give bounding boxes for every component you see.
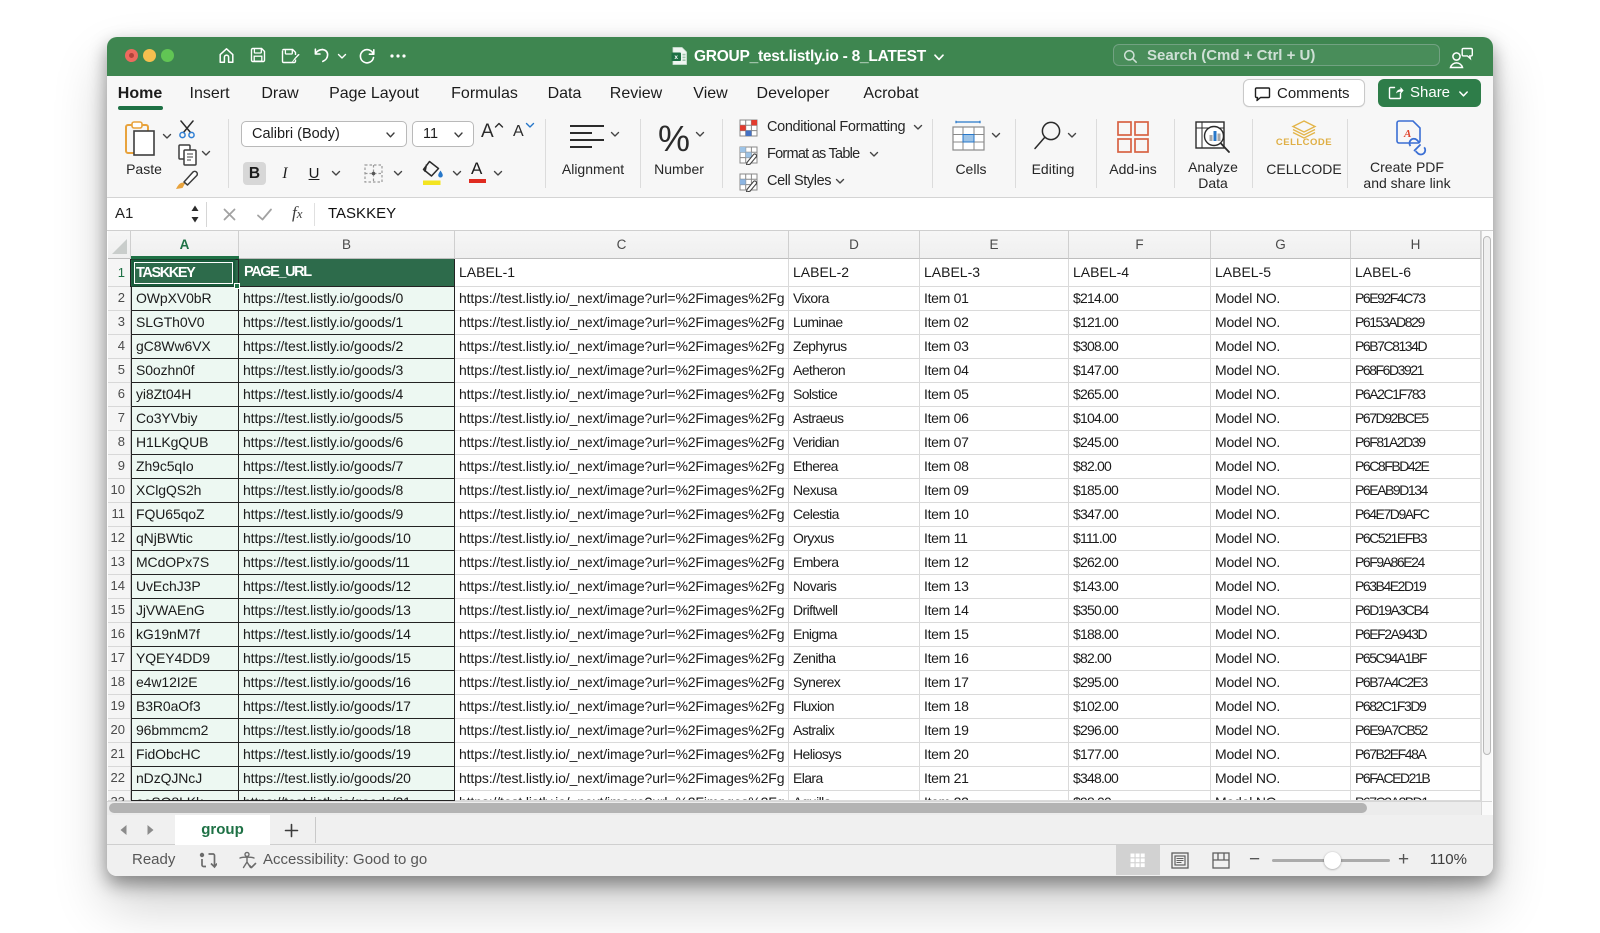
svg-text:x: x	[674, 54, 678, 61]
svg-text:A: A	[1403, 128, 1411, 140]
